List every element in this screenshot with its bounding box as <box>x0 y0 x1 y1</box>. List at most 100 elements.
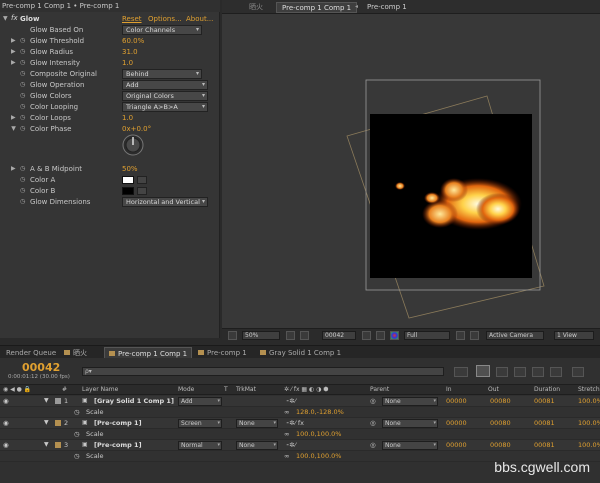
stretch-value[interactable]: 100.0% <box>578 419 600 427</box>
draft-3d-icon[interactable] <box>496 367 508 377</box>
stopwatch-icon[interactable]: ◷ <box>20 114 25 121</box>
link-icon[interactable]: ∞ <box>284 408 289 416</box>
glow-based-on-dropdown[interactable]: Color Channels <box>122 25 202 35</box>
color-looping-dropdown[interactable]: Triangle A>B>A <box>122 102 208 112</box>
expand-triangle-icon[interactable]: ▶ <box>11 165 16 172</box>
stopwatch-icon[interactable]: ◷ <box>20 59 25 66</box>
stopwatch-icon[interactable]: ◷ <box>74 452 80 460</box>
zoom-dropdown[interactable]: 50% <box>242 331 280 340</box>
expand-triangle-icon[interactable]: ▶ <box>11 59 16 66</box>
eye-icon[interactable]: ◉ <box>3 419 9 427</box>
comp-tab-active[interactable]: Pre-comp 1 Comp 1 <box>276 2 358 13</box>
scale-value[interactable]: 128.0,-128.0% <box>296 408 344 416</box>
trkmat-dropdown[interactable]: None <box>236 419 278 428</box>
stopwatch-icon[interactable]: ◷ <box>20 70 25 77</box>
expand-triangle-icon[interactable]: ▶ <box>11 48 16 55</box>
eyedropper-icon[interactable] <box>137 176 147 184</box>
expand-triangle-icon[interactable]: ▶ <box>10 126 17 131</box>
col-stretch[interactable]: Stretch <box>578 386 600 393</box>
link-icon[interactable]: ∞ <box>284 430 289 438</box>
eye-icon[interactable]: ◉ <box>3 397 9 405</box>
stopwatch-icon[interactable]: ◷ <box>20 48 25 55</box>
duration-value[interactable]: 00081 <box>534 397 555 405</box>
timeline-current-time[interactable]: 00042 <box>22 361 60 374</box>
composite-original-dropdown[interactable]: Behind <box>122 69 202 79</box>
col-out[interactable]: Out <box>488 386 499 393</box>
resolution-dropdown[interactable]: Full <box>404 331 450 340</box>
glow-colors-dropdown[interactable]: Original Colors <box>122 91 208 101</box>
color-b-swatch[interactable] <box>122 187 134 195</box>
col-trkmat[interactable]: TrkMat <box>236 386 256 393</box>
safe-zones-icon[interactable] <box>286 331 295 340</box>
pickwhip-icon[interactable]: ◎ <box>370 419 376 427</box>
comp-viewer[interactable] <box>222 14 600 328</box>
stopwatch-icon[interactable]: ◷ <box>20 176 25 183</box>
color-channels-icon[interactable] <box>390 331 399 340</box>
color-a-swatch[interactable] <box>122 176 134 184</box>
out-point[interactable]: 00080 <box>490 397 511 405</box>
stopwatch-icon[interactable]: ◷ <box>20 81 25 88</box>
comp-tab-lock[interactable]: 晒火 <box>244 2 268 13</box>
parent-dropdown[interactable]: None <box>382 441 438 450</box>
expand-triangle-icon[interactable]: ▼ <box>44 441 49 448</box>
col-in[interactable]: In <box>446 386 452 393</box>
expand-triangle-icon[interactable]: ▼ <box>3 15 8 22</box>
label-color-chip[interactable] <box>55 398 61 404</box>
region-of-interest-icon[interactable] <box>456 331 465 340</box>
scale-value[interactable]: 100.0,100.0% <box>296 452 341 460</box>
fx-icon[interactable]: fx <box>11 14 18 22</box>
frame-blending-icon[interactable] <box>532 367 544 377</box>
blend-mode-dropdown[interactable]: Normal <box>178 441 222 450</box>
shy-switch-icon[interactable]: ⁃✲⁄ fx <box>286 419 304 427</box>
layer-search-input[interactable]: ρ▾ <box>82 367 444 376</box>
in-point[interactable]: 00000 <box>446 419 467 427</box>
camera-dropdown[interactable]: Active Camera <box>486 331 544 340</box>
expand-triangle-icon[interactable]: ▶ <box>11 114 16 121</box>
snapshot-camera-icon[interactable] <box>362 331 371 340</box>
shy-switch-icon[interactable]: ⁃✲⁄ <box>286 441 296 449</box>
col-duration[interactable]: Duration <box>534 386 560 393</box>
link-icon[interactable]: ∞ <box>284 452 289 460</box>
in-point[interactable]: 00000 <box>446 397 467 405</box>
pickwhip-icon[interactable]: ◎ <box>370 397 376 405</box>
ab-midpoint-value[interactable]: 50% <box>122 165 138 173</box>
glow-dimensions-dropdown[interactable]: Horizontal and Vertical <box>122 197 208 207</box>
always-preview-icon[interactable] <box>228 331 237 340</box>
col-layer-name[interactable]: Layer Name <box>82 386 118 393</box>
eyedropper-icon[interactable] <box>137 187 147 195</box>
duration-value[interactable]: 00081 <box>534 441 555 449</box>
layer-name[interactable]: [Pre-comp 1] <box>94 441 142 449</box>
stopwatch-icon[interactable]: ◷ <box>20 165 25 172</box>
label-color-chip[interactable] <box>55 420 61 426</box>
glow-threshold-value[interactable]: 60.0% <box>122 37 144 45</box>
out-point[interactable]: 00080 <box>490 441 511 449</box>
transparency-grid-icon[interactable] <box>470 331 479 340</box>
glow-intensity-value[interactable]: 1.0 <box>122 59 133 67</box>
stopwatch-icon[interactable]: ◷ <box>20 187 25 194</box>
color-phase-dial[interactable] <box>122 134 144 156</box>
reset-link[interactable]: Reset <box>122 15 142 23</box>
in-point[interactable]: 00000 <box>446 441 467 449</box>
stopwatch-icon[interactable]: ◷ <box>20 37 25 44</box>
graph-editor-icon[interactable] <box>572 367 584 377</box>
mask-toggle-icon[interactable] <box>300 331 309 340</box>
glow-radius-value[interactable]: 31.0 <box>122 48 138 56</box>
layer-property-row[interactable]: ◷ Scale ∞ 128.0,-128.0% <box>0 407 600 418</box>
layer-row[interactable]: ◉ ▼ 2 ▣ [Pre-comp 1] Screen None ⁃✲⁄ fx … <box>0 418 600 429</box>
stretch-value[interactable]: 100.0% <box>578 397 600 405</box>
comp-tab-precomp[interactable]: Pre-comp 1 <box>362 2 412 13</box>
about-link[interactable]: About... <box>186 15 213 23</box>
trkmat-dropdown[interactable]: None <box>236 441 278 450</box>
eye-icon[interactable]: ◉ <box>3 441 9 449</box>
scale-value[interactable]: 100.0,100.0% <box>296 430 341 438</box>
color-loops-value[interactable]: 1.0 <box>122 114 133 122</box>
stopwatch-icon[interactable]: ◷ <box>20 198 25 205</box>
glow-operation-dropdown[interactable]: Add <box>122 80 208 90</box>
col-parent[interactable]: Parent <box>370 386 389 393</box>
layer-name[interactable]: [Gray Solid 1 Comp 1] <box>94 397 174 405</box>
stopwatch-icon[interactable]: ◷ <box>20 92 25 99</box>
duration-value[interactable]: 00081 <box>534 419 555 427</box>
blend-mode-dropdown[interactable]: Screen <box>178 419 222 428</box>
options-link[interactable]: Options... <box>148 15 182 23</box>
col-mode[interactable]: Mode <box>178 386 194 393</box>
